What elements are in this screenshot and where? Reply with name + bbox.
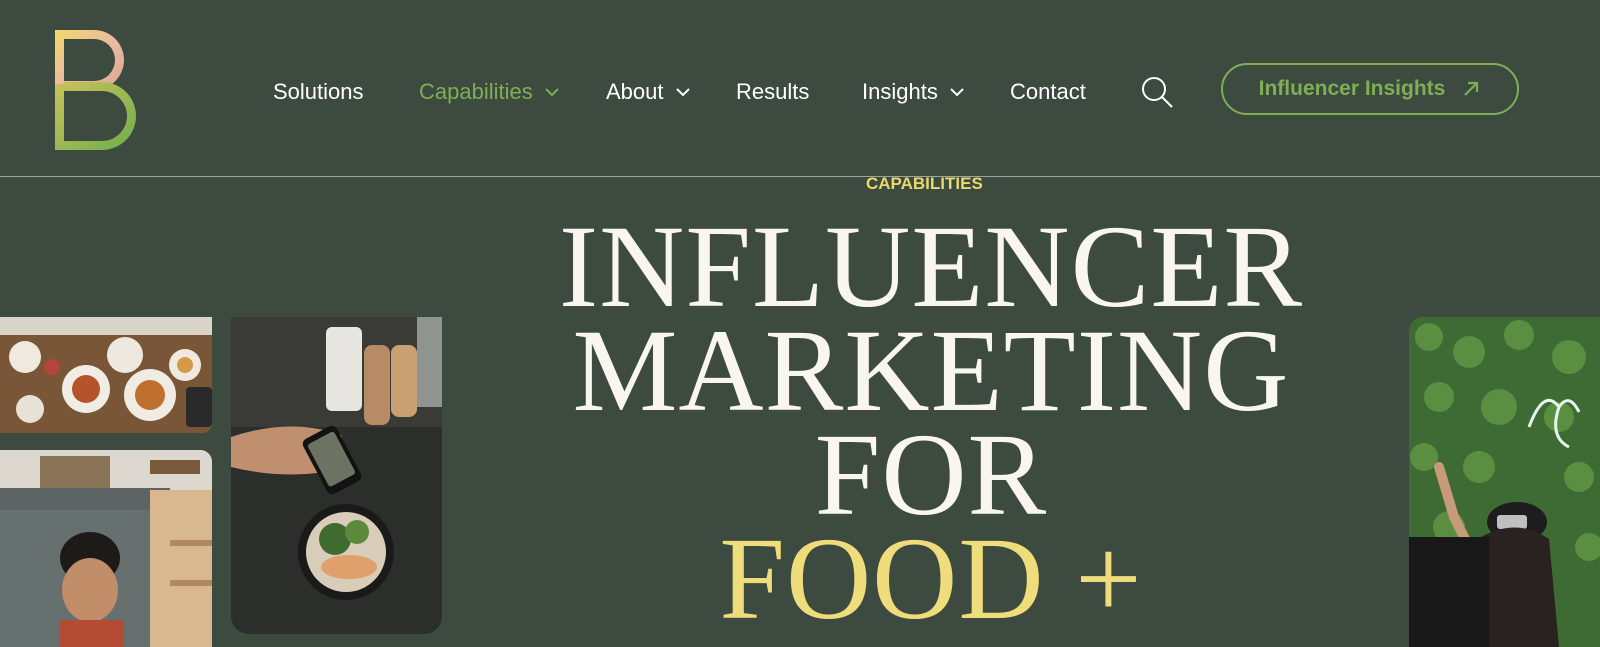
nav-item-insights[interactable]: Insights	[862, 72, 966, 112]
brand-logo[interactable]	[46, 24, 138, 156]
nav-item-results[interactable]: Results	[736, 72, 809, 112]
nav-label: Capabilities	[419, 79, 533, 104]
chevron-down-icon	[545, 88, 559, 97]
hero-heading: INFLUENCER MARKETING FOR FOOD +	[466, 201, 1396, 638]
influencer-insights-button[interactable]: Influencer Insights	[1221, 63, 1519, 115]
photo-person-kitchen	[0, 450, 212, 647]
hero-food-word: FOOD	[719, 513, 1045, 644]
hero-line-2: MARKETING	[572, 305, 1290, 436]
hero-line-3: FOR	[814, 409, 1048, 540]
nav-item-capabilities[interactable]: Capabilities	[419, 72, 561, 112]
photo-phone-food	[231, 317, 442, 634]
hero-line-1: INFLUENCER	[558, 201, 1304, 332]
photo-green-wall-person	[1409, 317, 1600, 647]
nav-item-contact[interactable]: Contact	[1010, 72, 1086, 112]
hero-plus-sign: +	[1075, 513, 1143, 644]
nav-label: About	[606, 79, 664, 104]
site-header: Solutions Capabilities About Results Ins…	[0, 0, 1600, 177]
chevron-down-icon	[950, 88, 964, 97]
search-icon[interactable]	[1140, 75, 1174, 109]
cta-label: Influencer Insights	[1258, 77, 1446, 100]
nav-item-solutions[interactable]: Solutions	[273, 72, 364, 112]
nav-label: Solutions	[273, 79, 364, 104]
nav-label: Insights	[862, 79, 938, 104]
photo-restaurant-table	[0, 317, 212, 433]
chevron-down-icon	[675, 88, 690, 97]
arrow-up-right-icon	[1464, 81, 1479, 96]
hero-line-4: FOOD +	[466, 520, 1396, 638]
nav-label: Contact	[1010, 79, 1086, 104]
nav-item-about[interactable]: About	[606, 72, 692, 112]
nav-label: Results	[736, 79, 810, 104]
eyebrow-label: CAPABILITIES	[866, 174, 983, 193]
